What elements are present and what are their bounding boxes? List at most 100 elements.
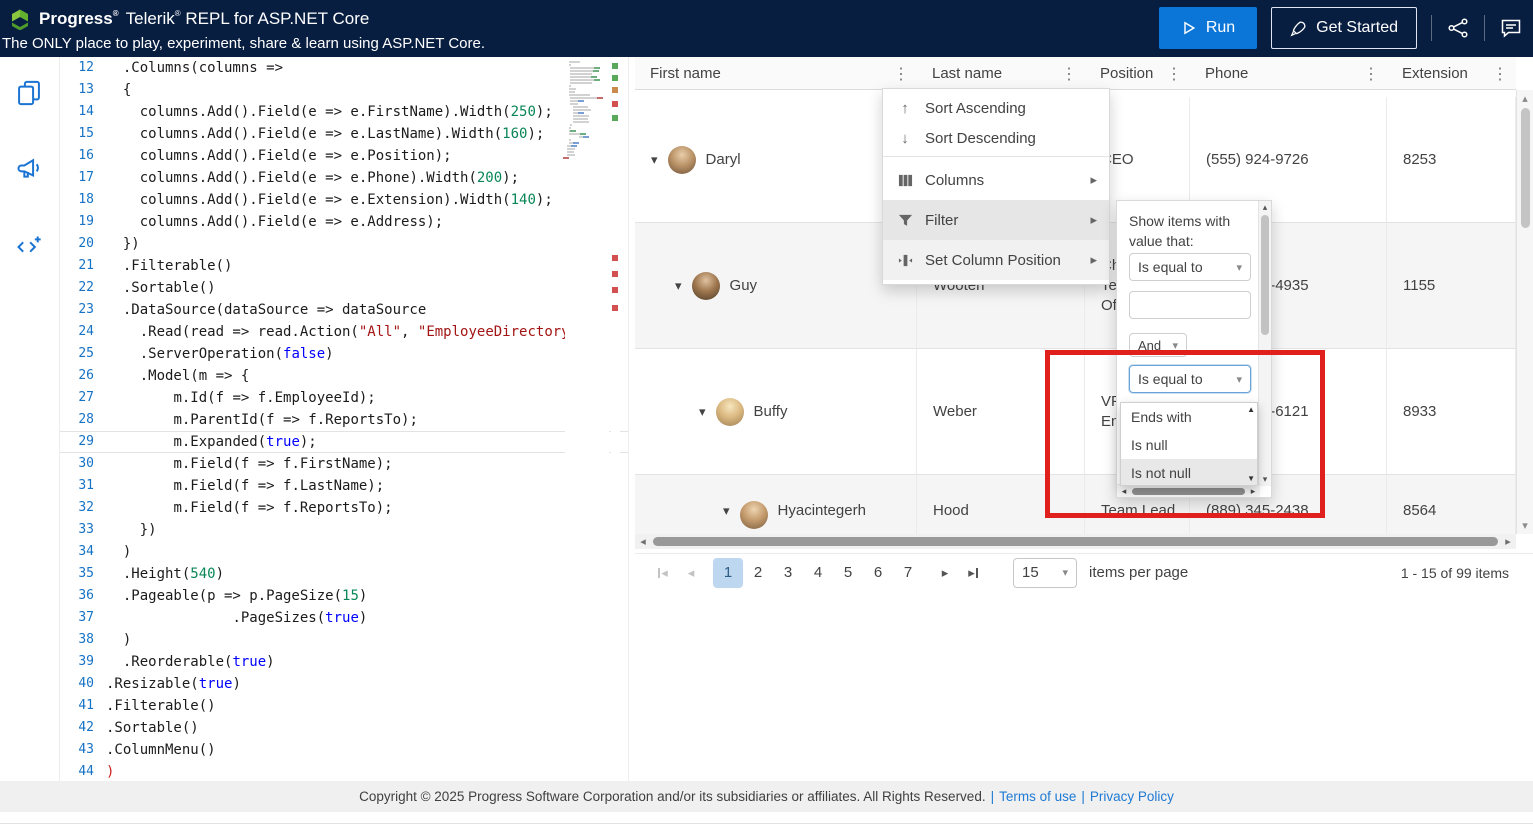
footer: Copyright © 2025 Progress Software Corpo… (0, 781, 1533, 812)
page-button-5[interactable]: 5 (833, 558, 863, 588)
grid-vertical-scrollbar[interactable]: ▴ ▾ (1516, 90, 1533, 534)
share-icon[interactable] (1446, 16, 1470, 40)
code-line[interactable]: 15 columns.Add().Field(e => e.LastName).… (60, 123, 628, 145)
page-button-4[interactable]: 4 (803, 558, 833, 588)
grid-horizontal-scrollbar[interactable]: ◂ ▸ (635, 534, 1516, 549)
column-header-position[interactable]: Position ⋮ (1085, 57, 1190, 90)
collapse-arrow-icon[interactable]: ▾ (699, 402, 706, 422)
code-plus-icon[interactable] (15, 233, 45, 263)
scroll-up-icon[interactable]: ▴ (1259, 202, 1271, 213)
collapse-arrow-icon[interactable]: ▾ (651, 150, 658, 170)
filter-operator1-dropdown[interactable]: Is equal to ▾ (1129, 253, 1251, 281)
code-line[interactable]: 16 columns.Add().Field(e => e.Position); (60, 145, 628, 167)
code-line[interactable]: 22 .Sortable() (60, 277, 628, 299)
code-line[interactable]: 19 columns.Add().Field(e => e.Address); (60, 211, 628, 233)
get-started-button[interactable]: Get Started (1271, 7, 1417, 49)
menu-item-set-column-position[interactable]: Set Column Position ▸ (883, 240, 1109, 280)
code-line[interactable]: 17 columns.Add().Field(e => e.Phone).Wid… (60, 167, 628, 189)
code-line[interactable]: 33 }) (60, 519, 628, 541)
privacy-policy-link[interactable]: Privacy Policy (1090, 789, 1174, 804)
code-token: ) (122, 632, 132, 648)
last-page-button[interactable]: ▸ (959, 559, 987, 587)
column-header-first-name[interactable]: First name ⋮ (635, 57, 917, 90)
menu-item-columns[interactable]: Columns ▸ (883, 160, 1109, 200)
tagline: The ONLY place to play, experiment, shar… (2, 35, 486, 52)
terms-of-use-link[interactable]: Terms of use (999, 789, 1076, 804)
pane-splitter[interactable] (628, 57, 635, 781)
feedback-megaphone-icon[interactable] (15, 155, 45, 185)
code-line[interactable]: 38 ) (60, 629, 628, 651)
code-line[interactable]: 35 .Height(540) (60, 563, 628, 585)
code-line[interactable]: 44) (60, 761, 628, 781)
run-button[interactable]: Run (1158, 7, 1258, 49)
code-line[interactable]: 12 .Columns(columns => (60, 57, 628, 79)
scroll-up-icon[interactable]: ▴ (1517, 92, 1533, 105)
code-line[interactable]: 14 columns.Add().Field(e => e.FirstName)… (60, 101, 628, 123)
code-line[interactable]: 42 .Sortable() (60, 717, 628, 739)
column-menu-button[interactable]: ⋮ (1061, 64, 1077, 84)
column-header-last-name[interactable]: Last name ⋮ (917, 57, 1085, 90)
next-page-button[interactable]: ▸ (931, 559, 959, 587)
page-button-6[interactable]: 6 (863, 558, 893, 588)
minimap-token-mark (578, 100, 584, 102)
code-line[interactable]: 31 m.Field(f => f.LastName); (60, 475, 628, 497)
scroll-right-icon[interactable]: ▸ (1500, 535, 1516, 548)
scroll-left-icon[interactable]: ◂ (635, 535, 651, 548)
minimap-line (573, 121, 589, 123)
code-token: ); (535, 192, 553, 208)
minimap-token-mark (593, 67, 600, 69)
code-line[interactable]: 23 .DataSource(dataSource => dataSource (60, 299, 628, 321)
column-menu-button[interactable]: ⋮ (1363, 64, 1379, 84)
page-size-dropdown[interactable]: 15 ▾ (1013, 557, 1077, 588)
collapse-arrow-icon[interactable]: ▾ (675, 276, 682, 296)
column-header-extension[interactable]: Extension ⋮ (1387, 57, 1516, 90)
column-menu-button[interactable]: ⋮ (1166, 64, 1182, 84)
menu-item-filter[interactable]: Filter ▸ (883, 200, 1109, 240)
code-line[interactable]: 32 m.Field(f => f.ReportsTo); (60, 497, 628, 519)
chevron-right-icon: ▸ (1090, 252, 1097, 267)
prev-page-button[interactable]: ◂ (677, 559, 705, 587)
column-menu-button[interactable]: ⋮ (1492, 64, 1508, 84)
code-line[interactable]: 26 .Model(m => { (60, 365, 628, 387)
minimap[interactable] (563, 57, 609, 781)
page-button-3[interactable]: 3 (773, 558, 803, 588)
collapse-arrow-icon[interactable]: ▾ (723, 501, 730, 521)
page-button-1[interactable]: 1 (713, 557, 743, 588)
page-button-7[interactable]: 7 (893, 558, 923, 588)
vscroll-thumb[interactable] (1521, 108, 1530, 228)
code-token: .Filterable() (122, 258, 233, 274)
filter-value-input[interactable] (1129, 291, 1251, 319)
cell-extension: 8564 (1387, 475, 1516, 534)
page-button-2[interactable]: 2 (743, 558, 773, 588)
scroll-down-icon[interactable]: ▾ (1517, 519, 1533, 532)
code-line[interactable]: 28 m.ParentId(f => f.ReportsTo); (60, 409, 628, 431)
first-page-button[interactable]: ◂ (649, 559, 677, 587)
code-line[interactable]: 20 }) (60, 233, 628, 255)
menu-item-sort-descending[interactable]: ↓ Sort Descending (883, 123, 1109, 153)
feedback-chat-icon[interactable] (1499, 16, 1523, 40)
code-editor[interactable]: 12 .Columns(columns => 13 {14 columns.Add… (60, 57, 628, 781)
code-line[interactable]: 25 .ServerOperation(false) (60, 343, 628, 365)
column-header-phone[interactable]: Phone ⋮ (1190, 57, 1387, 90)
code-line[interactable]: 43 .ColumnMenu() (60, 739, 628, 761)
menu-item-sort-ascending[interactable]: ↑ Sort Ascending (883, 93, 1109, 123)
code-line[interactable]: 34 ) (60, 541, 628, 563)
code-line[interactable]: 39 .Reorderable(true) (60, 651, 628, 673)
minimap-line (570, 73, 593, 75)
code-line[interactable]: 18 columns.Add().Field(e => e.Extension)… (60, 189, 628, 211)
code-line[interactable]: 40 .Resizable(true) (60, 673, 628, 695)
code-line[interactable]: 13 { (60, 79, 628, 101)
column-menu-button[interactable]: ⋮ (893, 64, 909, 84)
code-line[interactable]: 21 .Filterable() (60, 255, 628, 277)
code-line[interactable]: 29 m.Expanded(true); (60, 431, 628, 453)
vscroll-thumb[interactable] (1261, 215, 1269, 335)
code-line[interactable]: 27 m.Id(f => f.EmployeeId); (60, 387, 628, 409)
hscroll-thumb[interactable] (653, 537, 1498, 546)
code-line[interactable]: 36 .Pageable(p => p.PageSize(15) (60, 585, 628, 607)
code-line[interactable]: 30 m.Field(f => f.FirstName); (60, 453, 628, 475)
code-line[interactable]: 41 .Filterable() (60, 695, 628, 717)
minimap-token-mark (573, 142, 580, 144)
code-line[interactable]: 24 .Read(read => read.Action("All", "Emp… (60, 321, 628, 343)
copy-snippet-icon[interactable] (15, 79, 45, 109)
code-line[interactable]: 37 .PageSizes(true) (60, 607, 628, 629)
